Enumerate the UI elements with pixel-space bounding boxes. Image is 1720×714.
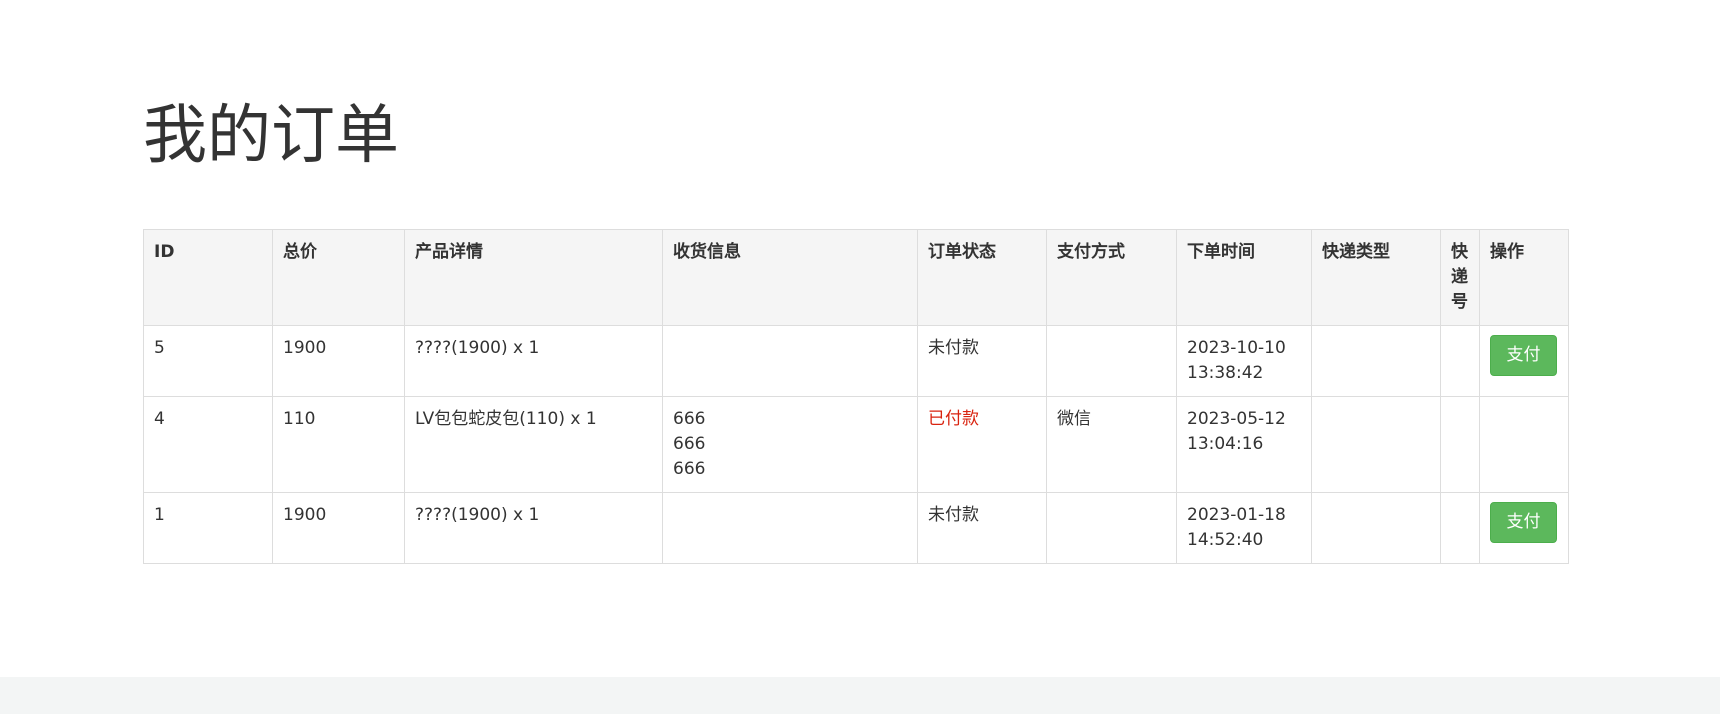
header-total: 总价 — [272, 229, 405, 326]
header-shipping: 收货信息 — [662, 229, 918, 326]
header-time: 下单时间 — [1176, 229, 1312, 326]
table-header-row: ID 总价 产品详情 收货信息 订单状态 支付方式 下单时间 快递类型 快递号 … — [143, 229, 1569, 326]
cell-id: 1 — [143, 492, 273, 564]
footer-band — [0, 677, 1720, 714]
time-clock: 14:52:40 — [1187, 530, 1264, 550]
cell-status: 已付款 — [917, 396, 1047, 493]
shipping-line: 666 — [673, 409, 706, 429]
header-action: 操作 — [1479, 229, 1569, 326]
cell-express-type — [1311, 492, 1441, 564]
cell-express-no — [1440, 396, 1480, 493]
cell-total: 1900 — [272, 325, 405, 397]
page: 我的订单 ID 总价 产品详情 收货信息 订单状态 支付方式 下单时间 快递类型… — [0, 0, 1720, 714]
cell-payment — [1046, 492, 1177, 564]
cell-action: 支付 — [1479, 325, 1569, 397]
pay-button[interactable]: 支付 — [1490, 502, 1557, 543]
time-date: 2023-01-18 — [1187, 505, 1286, 525]
cell-action: 支付 — [1479, 492, 1569, 564]
table-row: 1 1900 ????(1900) x 1 未付款 2023-01-18 14:… — [143, 492, 1569, 564]
cell-total: 1900 — [272, 492, 405, 564]
time-clock: 13:38:42 — [1187, 363, 1264, 383]
cell-total: 110 — [272, 396, 405, 493]
cell-payment: 微信 — [1046, 396, 1177, 493]
orders-table: ID 总价 产品详情 收货信息 订单状态 支付方式 下单时间 快递类型 快递号 … — [143, 229, 1569, 564]
table-row: 5 1900 ????(1900) x 1 未付款 2023-10-10 13:… — [143, 325, 1569, 397]
cell-express-no — [1440, 492, 1480, 564]
cell-payment — [1046, 325, 1177, 397]
time-clock: 13:04:16 — [1187, 434, 1264, 454]
cell-time: 2023-10-10 13:38:42 — [1176, 325, 1312, 397]
header-express-no: 快递号 — [1440, 229, 1480, 326]
header-status: 订单状态 — [917, 229, 1047, 326]
cell-id: 5 — [143, 325, 273, 397]
shipping-line: 666 — [673, 434, 706, 454]
time-date: 2023-10-10 — [1187, 338, 1286, 358]
pay-button[interactable]: 支付 — [1490, 335, 1557, 376]
cell-shipping: 666 666 666 — [662, 396, 918, 493]
cell-time: 2023-01-18 14:52:40 — [1176, 492, 1312, 564]
time-date: 2023-05-12 — [1187, 409, 1286, 429]
cell-id: 4 — [143, 396, 273, 493]
cell-action — [1479, 396, 1569, 493]
header-payment: 支付方式 — [1046, 229, 1177, 326]
table-row: 4 110 LV包包蛇皮包(110) x 1 666 666 666 已付款 微… — [143, 396, 1569, 493]
cell-product: LV包包蛇皮包(110) x 1 — [404, 396, 663, 493]
cell-express-type — [1311, 325, 1441, 397]
cell-status: 未付款 — [917, 325, 1047, 397]
cell-express-no — [1440, 325, 1480, 397]
page-title: 我的订单 — [143, 99, 399, 173]
header-express-type: 快递类型 — [1311, 229, 1441, 326]
cell-shipping — [662, 325, 918, 397]
shipping-line: 666 — [673, 459, 706, 479]
cell-time: 2023-05-12 13:04:16 — [1176, 396, 1312, 493]
header-id: ID — [143, 229, 273, 326]
cell-product: ????(1900) x 1 — [404, 492, 663, 564]
cell-status: 未付款 — [917, 492, 1047, 564]
cell-shipping — [662, 492, 918, 564]
header-product: 产品详情 — [404, 229, 663, 326]
cell-product: ????(1900) x 1 — [404, 325, 663, 397]
cell-express-type — [1311, 396, 1441, 493]
